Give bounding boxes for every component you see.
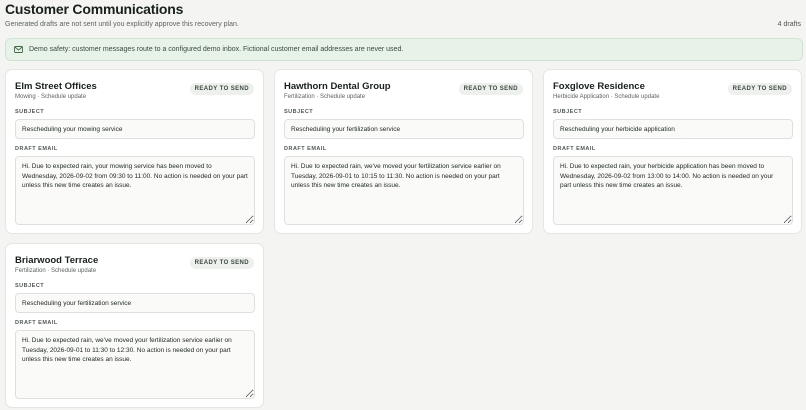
customer-name: Hawthorn Dental Group bbox=[284, 81, 391, 92]
service-meta: Mowing · Schedule update bbox=[15, 94, 87, 100]
draft-email-label: DRAFT EMAIL bbox=[284, 146, 327, 152]
subject-input[interactable] bbox=[553, 119, 793, 139]
subject-label: SUBJECT bbox=[15, 283, 45, 289]
customer-name: Briarwood Terrace bbox=[15, 255, 99, 266]
draft-email-label: DRAFT EMAIL bbox=[15, 320, 58, 326]
customer-name: Foxglove Residence bbox=[553, 81, 645, 92]
subject-label: SUBJECT bbox=[15, 109, 45, 115]
status-badge: READY TO SEND bbox=[189, 257, 254, 269]
service-meta: Fertilization · Schedule update bbox=[15, 268, 97, 274]
mail-icon bbox=[14, 46, 23, 53]
draft-email-textarea[interactable]: Hi. Due to expected rain, your mowing se… bbox=[15, 156, 255, 225]
status-badge: READY TO SEND bbox=[189, 83, 254, 95]
customer-name: Elm Street Offices bbox=[15, 81, 97, 92]
subject-input[interactable] bbox=[284, 119, 524, 139]
draft-card: Hawthorn Dental Group Fertilization · Sc… bbox=[274, 69, 533, 234]
banner-text: Demo safety: customer messages route to … bbox=[29, 46, 404, 53]
draft-card: Elm Street Offices Mowing · Schedule upd… bbox=[5, 69, 264, 234]
service-meta: Herbicide Application · Schedule update bbox=[553, 94, 660, 100]
status-badge: READY TO SEND bbox=[727, 83, 792, 95]
draft-email-label: DRAFT EMAIL bbox=[15, 146, 58, 152]
draft-card: Foxglove Residence Herbicide Application… bbox=[543, 69, 802, 234]
subject-input[interactable] bbox=[15, 119, 255, 139]
page-title: Customer Communications bbox=[5, 1, 184, 17]
draft-email-textarea[interactable]: Hi. Due to expected rain, your herbicide… bbox=[553, 156, 793, 225]
draft-email-textarea[interactable]: Hi. Due to expected rain, we've moved yo… bbox=[15, 330, 255, 399]
page-subtitle: Generated drafts are not sent until you … bbox=[5, 21, 239, 28]
subject-label: SUBJECT bbox=[553, 109, 583, 115]
draft-count: 4 drafts bbox=[777, 21, 801, 28]
draft-card: Briarwood Terrace Fertilization · Schedu… bbox=[5, 243, 264, 408]
draft-email-label: DRAFT EMAIL bbox=[553, 146, 596, 152]
demo-safety-banner: Demo safety: customer messages route to … bbox=[5, 38, 803, 61]
subject-input[interactable] bbox=[15, 293, 255, 313]
subject-label: SUBJECT bbox=[284, 109, 314, 115]
draft-email-textarea[interactable]: Hi. Due to expected rain, we've moved yo… bbox=[284, 156, 524, 225]
service-meta: Fertilization · Schedule update bbox=[284, 94, 366, 100]
status-badge: READY TO SEND bbox=[458, 83, 523, 95]
